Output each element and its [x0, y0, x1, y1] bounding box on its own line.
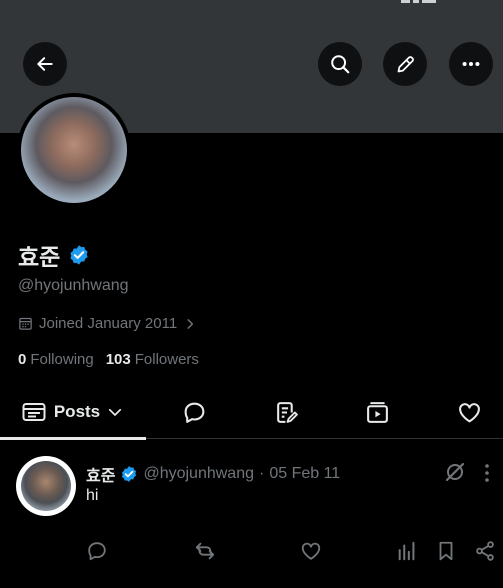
post-author-name[interactable]: 효준 [86, 462, 115, 486]
joined-date[interactable]: Joined January 2011 [18, 315, 197, 332]
verified-badge-icon [122, 466, 137, 482]
post-header: 효준 @hyojunhwang · 05 Feb 11 [86, 462, 340, 486]
post-actions [0, 540, 503, 564]
share-button[interactable] [474, 540, 496, 567]
verified-badge-icon[interactable] [68, 244, 90, 266]
chevron-right-icon [187, 318, 194, 329]
chat-bubble-icon [184, 402, 204, 423]
article-icon [276, 401, 298, 423]
media-icon [366, 401, 388, 423]
profile-tabs: Posts [0, 385, 503, 440]
more-vertical-icon [485, 464, 489, 482]
repost-button[interactable] [193, 540, 217, 567]
avatar-photo [21, 461, 71, 511]
post-date[interactable]: 05 Feb 11 [269, 465, 340, 483]
share-icon [476, 541, 494, 561]
meta-separator: · [259, 465, 265, 482]
arrow-left-icon [37, 57, 53, 71]
joined-text: Joined January 2011 [39, 315, 178, 332]
edit-profile-button[interactable] [383, 42, 427, 86]
tab-media[interactable] [353, 385, 401, 439]
followers-count: 103 [105, 351, 131, 368]
repost-icon [195, 542, 215, 560]
post-author-avatar[interactable] [16, 456, 76, 516]
bookmark-button[interactable] [435, 540, 457, 567]
display-name-row: 효준 [18, 238, 90, 272]
display-name: 효준 [18, 244, 61, 270]
profile-handle: @hyojunhwang [18, 277, 129, 294]
more-horizontal-icon [462, 61, 480, 67]
avatar-photo [21, 97, 127, 203]
post-item[interactable]: 효준 @hyojunhwang · 05 Feb 11 hi [0, 440, 503, 588]
followers-label: Followers [134, 351, 199, 368]
heart-icon [458, 402, 480, 422]
tab-likes[interactable] [445, 385, 493, 439]
following-link[interactable]: 0 Following [18, 351, 94, 368]
views-button[interactable] [396, 540, 418, 567]
bookmark-icon [439, 541, 453, 561]
follow-stats: 0 Following 103 Followers [18, 351, 199, 368]
tab-posts-label: Posts [53, 402, 101, 421]
like-button[interactable] [300, 540, 322, 567]
reply-icon [88, 542, 106, 561]
feed-icon [22, 403, 46, 421]
followers-link[interactable]: 103 Followers [106, 351, 199, 368]
search-icon [331, 55, 350, 74]
calendar-icon [19, 317, 32, 330]
heart-icon [301, 542, 321, 560]
back-button[interactable] [23, 42, 67, 86]
post-author-handle[interactable]: @hyojunhwang [143, 465, 254, 483]
tab-replies[interactable] [170, 385, 218, 439]
following-label: Following [30, 351, 94, 368]
more-options-button[interactable] [449, 42, 493, 86]
post-text: hi [86, 487, 99, 504]
pen-icon [397, 55, 414, 72]
analytics-icon [398, 541, 415, 561]
following-count: 0 [18, 351, 27, 368]
status-bar-indicator [401, 0, 453, 4]
grok-button[interactable] [443, 460, 467, 489]
chevron-down-icon [109, 408, 122, 416]
grok-icon [445, 462, 465, 482]
profile-page: 효준 @hyojunhwang Joined January 2011 0 Fol… [0, 0, 503, 588]
search-button[interactable] [318, 42, 362, 86]
post-more-button[interactable] [480, 462, 494, 489]
reply-button[interactable] [86, 540, 108, 567]
tab-articles[interactable] [262, 385, 310, 439]
tab-posts[interactable]: Posts [0, 385, 146, 440]
profile-avatar[interactable] [17, 93, 131, 207]
